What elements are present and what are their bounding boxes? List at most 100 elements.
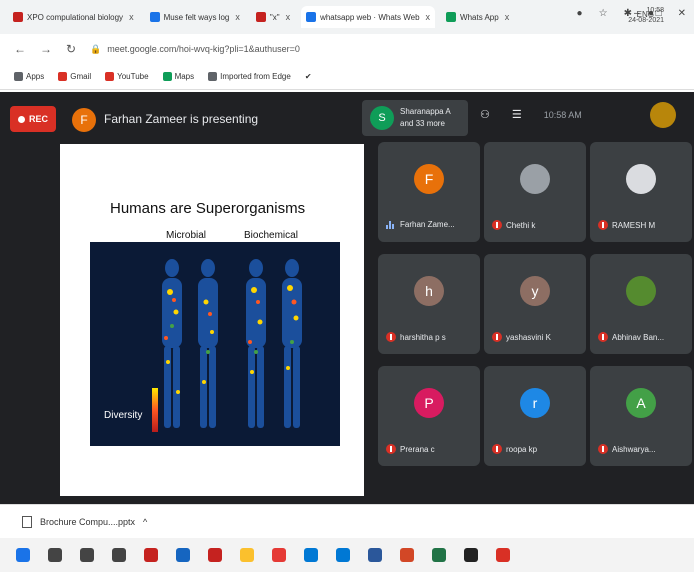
participant-name: Aishwarya... (612, 444, 656, 454)
windows-taskbar (0, 538, 694, 572)
slide-label-microbial: Microbial (166, 230, 207, 241)
tab-favicon-icon (446, 12, 457, 22)
taskbar-app-icon[interactable] (496, 548, 510, 562)
camera-icon[interactable]: ● (577, 8, 583, 19)
bookmark-item[interactable]: Maps (162, 72, 195, 81)
self-avatar (650, 102, 676, 128)
mic-off-icon (386, 444, 396, 454)
participant-tile[interactable]: A Aishwarya... (590, 366, 692, 466)
participant-avatar (626, 164, 656, 194)
tab-close-icon[interactable]: x (235, 12, 240, 22)
tab-close-icon[interactable]: x (505, 12, 510, 22)
tab-label: Whats App (460, 12, 499, 22)
participant-name-row: Farhan Zame... (386, 220, 455, 229)
participant-avatar (520, 164, 550, 194)
address-bar: ← → ↻ 🔒 meet.google.com/hoi-wvq-kig?pli=… (0, 34, 694, 64)
participant-name-row: Abhinav Ban... (598, 332, 664, 342)
participant-name-row: yashasvini K (492, 332, 551, 342)
meet-top-icons: ⚇ ☰ 10:58 AM (480, 108, 582, 121)
participant-tile[interactable]: Chethi k (484, 142, 586, 242)
recording-indicator[interactable]: REC (10, 106, 56, 132)
meeting-clock: 10:58 AM (543, 109, 582, 120)
download-bar: Brochure Compu....pptx ^ (0, 504, 694, 538)
tray-clock[interactable]: 10:58 24-08-2021 (628, 6, 664, 26)
star-icon[interactable]: ☆ (599, 8, 608, 19)
taskbar-app-icon[interactable] (208, 548, 222, 562)
participant-tile[interactable]: Abhinav Ban... (590, 254, 692, 354)
participant-name: harshitha p s (400, 332, 446, 342)
participant-name: Farhan Zame... (400, 220, 455, 229)
bookmark-item[interactable]: Apps (14, 72, 44, 81)
tab-close-icon[interactable]: x (286, 12, 291, 22)
tray-date: 24-08-2021 (628, 17, 664, 24)
participant-avatar: A (626, 388, 656, 418)
taskbar-app-icon[interactable] (464, 548, 478, 562)
start-menu-icon[interactable] (16, 548, 30, 562)
taskbar-app-icon[interactable] (80, 548, 94, 562)
participant-name-row: Aishwarya... (598, 444, 656, 454)
browser-tab[interactable]: XPO compulational biology x (8, 6, 139, 28)
taskbar-app-icon[interactable] (304, 548, 318, 562)
participant-avatar (626, 276, 656, 306)
tab-close-icon[interactable]: x (426, 12, 431, 22)
lock-icon: 🔒 (90, 43, 102, 54)
diversity-label: Diversity (104, 410, 143, 421)
tab-label: whatsapp web · Whats Web (320, 12, 420, 22)
bookmark-item[interactable]: Gmail (58, 72, 91, 81)
taskbar-app-icon[interactable] (112, 548, 126, 562)
record-dot-icon (17, 115, 25, 123)
taskbar-app-icon[interactable] (400, 548, 414, 562)
bookmark-item[interactable]: YouTube (105, 72, 149, 81)
chat-icon[interactable]: ☰ (512, 108, 522, 121)
participant-tile[interactable]: P Prerana c (378, 366, 480, 466)
bookmark-icon (58, 72, 68, 81)
bookmark-label: Apps (26, 72, 45, 81)
tab-label: Muse felt ways log (163, 12, 230, 22)
browser-tab[interactable]: whatsapp web · Whats Web x (301, 6, 436, 28)
download-chevron-icon[interactable]: ^ (143, 517, 147, 527)
participant-count-chip[interactable]: S Sharanappa A and 33 more (362, 100, 468, 136)
reload-icon[interactable]: ↻ (66, 42, 76, 56)
participant-tile[interactable]: h harshitha p s (378, 254, 480, 354)
count-line-2: and 33 more (400, 119, 445, 128)
tab-label: "x" (269, 12, 280, 22)
participant-name-row: harshitha p s (386, 332, 446, 342)
browser-tab[interactable]: "x" x (251, 6, 295, 28)
taskbar-app-icon[interactable] (432, 548, 446, 562)
bookmark-label: Maps (174, 72, 195, 81)
taskbar-app-icon[interactable] (240, 548, 254, 562)
people-icon[interactable]: ⚇ (480, 108, 490, 121)
taskbar-app-icon[interactable] (368, 548, 382, 562)
tab-close-icon[interactable]: x (129, 12, 134, 22)
bookmark-check-icon[interactable]: ✔ (305, 72, 312, 81)
participant-tile[interactable]: r roopa kp (484, 366, 586, 466)
slide-title: Humans are Superorganisms (110, 200, 306, 217)
mic-off-icon (598, 332, 608, 342)
back-icon[interactable]: ← (14, 42, 26, 56)
url-field[interactable]: 🔒 meet.google.com/hoi-wvq-kig?pli=1&auth… (90, 44, 300, 55)
taskbar-app-icon[interactable] (272, 548, 286, 562)
taskbar-app-icon[interactable] (144, 548, 158, 562)
url-text: meet.google.com/hoi-wvq-kig?pli=1&authus… (107, 44, 300, 54)
mic-off-icon (492, 444, 502, 454)
participant-tile[interactable]: F Farhan Zame... (378, 142, 480, 242)
tab-favicon-icon (149, 12, 160, 22)
browser-tab[interactable]: Muse felt ways log x (145, 6, 245, 28)
bookmark-icon (208, 72, 218, 81)
bookmark-label: Gmail (70, 72, 92, 81)
forward-icon[interactable]: → (40, 42, 52, 56)
taskbar-app-icon[interactable] (48, 548, 62, 562)
participant-tile[interactable]: y yashasvini K (484, 254, 586, 354)
tab-favicon-icon (13, 12, 23, 22)
participant-name-row: RAMESH M (598, 220, 655, 230)
download-file-name[interactable]: Brochure Compu....pptx (40, 517, 135, 527)
participant-name: RAMESH M (612, 220, 656, 230)
close-window-icon[interactable]: ✕ (678, 8, 686, 19)
participant-name-row: Prerana c (386, 444, 435, 454)
browser-tab[interactable]: Whats App x (441, 6, 514, 28)
taskbar-app-icon[interactable] (176, 548, 190, 562)
bookmark-item[interactable]: Imported from Edge (208, 72, 291, 81)
taskbar-app-icon[interactable] (336, 548, 350, 562)
participant-avatar: r (520, 388, 550, 418)
participant-tile[interactable]: RAMESH M (590, 142, 692, 242)
